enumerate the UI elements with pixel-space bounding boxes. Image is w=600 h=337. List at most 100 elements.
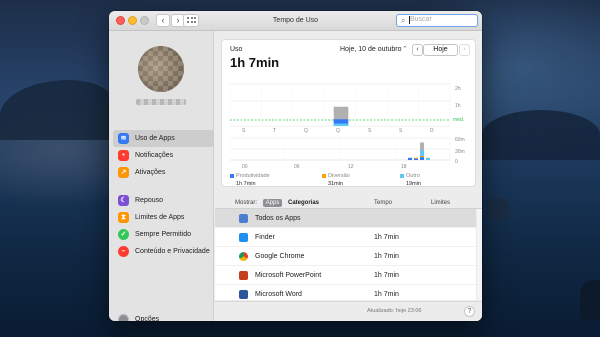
moon-icon: ☾: [118, 195, 129, 206]
show-label: Mostrar:: [235, 200, 258, 206]
axis-label-2h: 2h: [455, 86, 461, 92]
finder-icon: [239, 233, 248, 242]
hour-bar-produtividade: [420, 157, 424, 160]
screen-time-window: ‹ › Tempo de Uso ⌕ Buscar ≋ Uso de Apps …: [109, 11, 482, 321]
scrollbar[interactable]: [477, 209, 482, 300]
chrome-icon: [239, 252, 248, 261]
usage-card: Uso 1h 7min Hoje, 10 de outubro ⌃ ‹ Hoje…: [221, 39, 476, 187]
hour-label: 18: [401, 164, 407, 170]
row-name: Microsoft Word: [255, 291, 302, 298]
wallpaper-rock: [580, 280, 600, 320]
hour-label: 00: [242, 164, 248, 170]
wallpaper-rock: [486, 198, 510, 220]
bell-icon: •: [118, 150, 129, 161]
sidebar-item-label: Repouso: [135, 197, 164, 204]
apps-table: Todos os Apps Finder 1h 7min Google Chro…: [215, 209, 476, 300]
axis-label-0: 0: [455, 159, 458, 165]
hour-bar-total: [420, 142, 424, 151]
avatar: [138, 46, 184, 92]
sidebar-item-ativacoes[interactable]: ↗ Ativações: [113, 164, 214, 181]
updated-label: Atualizado: hoje 23:06: [367, 308, 422, 314]
wallpaper-island: [0, 80, 115, 140]
table-row-total[interactable]: Todos os Apps: [215, 209, 476, 228]
axis-label-30m: 30m: [455, 149, 465, 155]
legend-value-outro: 19min: [406, 181, 421, 187]
sidebar-item-uso-de-apps[interactable]: ≋ Uso de Apps: [113, 130, 214, 147]
table-header: Mostrar: Apps Categorias Tempo Limites: [215, 197, 482, 209]
column-header-time[interactable]: Tempo: [374, 197, 392, 209]
row-name: Finder: [255, 234, 275, 241]
powerpoint-icon: [239, 271, 248, 280]
search-icon: ⌕: [401, 16, 406, 25]
row-name: Todos os Apps: [255, 215, 301, 222]
table-row[interactable]: Microsoft Word 1h 7min: [215, 285, 476, 300]
no-entry-icon: –: [118, 246, 129, 257]
main-panel: Uso 1h 7min Hoje, 10 de outubro ⌃ ‹ Hoje…: [215, 31, 482, 321]
row-time: 1h 7min: [374, 272, 399, 279]
word-icon: [239, 290, 248, 299]
sidebar-item-label: Notificações: [135, 152, 174, 159]
hour-label: 06: [294, 164, 300, 170]
footer: Atualizado: hoje 23:06 ?: [215, 301, 482, 321]
weekday-label: S: [399, 128, 403, 134]
average-label: méd.: [453, 117, 465, 123]
options-icon: [118, 314, 129, 321]
sidebar-item-label: Uso de Apps: [135, 135, 175, 142]
search-placeholder: Buscar: [410, 16, 432, 23]
sidebar-item-conteudo-e-privacidade[interactable]: – Conteúdo e Privacidade: [113, 243, 214, 260]
table-row[interactable]: Google Chrome 1h 7min: [215, 247, 476, 266]
segment-apps[interactable]: Apps: [263, 199, 282, 207]
sidebar-item-label: Limites de Apps: [135, 214, 185, 221]
weekday-label: D: [430, 128, 434, 134]
row-time: 1h 7min: [374, 291, 399, 298]
axis-label-1h: 1h: [455, 103, 461, 109]
weekday-label: Q: [336, 128, 340, 134]
all-apps-icon: [239, 214, 248, 223]
hour-bar-produtividade: [414, 158, 418, 160]
legend-produtividade: Produtividade: [230, 173, 270, 179]
legend-value-diversao: 31min: [328, 181, 343, 187]
sidebar-item-notificacoes[interactable]: • Notificações: [113, 147, 214, 164]
table-row[interactable]: Microsoft PowerPoint 1h 7min: [215, 266, 476, 285]
sidebar-item-repouso[interactable]: ☾ Repouso: [113, 192, 214, 209]
weekday-label: Q: [304, 128, 308, 134]
column-header-limits[interactable]: Limites: [431, 197, 450, 209]
options-label: Opções: [135, 316, 160, 321]
sidebar-item-label: Conteúdo e Privacidade: [135, 248, 210, 255]
week-bar-segment-produtividade: [333, 119, 349, 124]
weekday-label: S: [242, 128, 246, 134]
axis-label-60m: 60m: [455, 137, 465, 143]
options-button[interactable]: Opções: [113, 311, 213, 321]
checkmark-icon: ✓: [118, 229, 129, 240]
hourglass-icon: ⧗: [118, 212, 129, 223]
row-name: Google Chrome: [255, 253, 305, 260]
search-field[interactable]: ⌕ Buscar: [396, 14, 478, 27]
title-bar: ‹ › Tempo de Uso ⌕ Buscar: [109, 11, 482, 31]
legend-outro: Outro: [400, 173, 420, 179]
hour-bar-diversao: [420, 155, 424, 158]
sidebar-item-sempre-permitido[interactable]: ✓ Sempre Permitido: [113, 226, 214, 243]
hour-bar-produtividade: [408, 157, 412, 160]
sidebar-item-limites-de-apps[interactable]: ⧗ Limites de Apps: [113, 209, 214, 226]
legend-diversao: Diversão: [322, 173, 350, 179]
row-time: 1h 7min: [374, 234, 399, 241]
hour-bar-outro: [426, 157, 430, 160]
hour-bar-diversao: [414, 157, 418, 159]
sidebar-item-label: Sempre Permitido: [135, 231, 192, 238]
table-row[interactable]: Finder 1h 7min: [215, 228, 476, 247]
segment-categories[interactable]: Categorias: [288, 197, 319, 209]
weekday-label: S: [368, 128, 372, 134]
row-time: 1h 7min: [374, 253, 399, 260]
wallpaper-island: [482, 110, 600, 160]
weekday-label: T: [273, 128, 277, 134]
sidebar: ≋ Uso de Apps • Notificações ↗ Ativações…: [109, 31, 214, 321]
legend-value-produtividade: 1h 7min: [236, 181, 256, 187]
pickup-icon: ↗: [118, 167, 129, 178]
row-name: Microsoft PowerPoint: [255, 272, 322, 279]
layers-icon: ≋: [118, 133, 129, 144]
week-bar-segment-outro: [333, 123, 349, 126]
hour-label: 12: [348, 164, 354, 170]
help-button[interactable]: ?: [464, 306, 475, 317]
sidebar-item-label: Ativações: [135, 169, 166, 176]
user-name-blurred: [136, 99, 186, 105]
